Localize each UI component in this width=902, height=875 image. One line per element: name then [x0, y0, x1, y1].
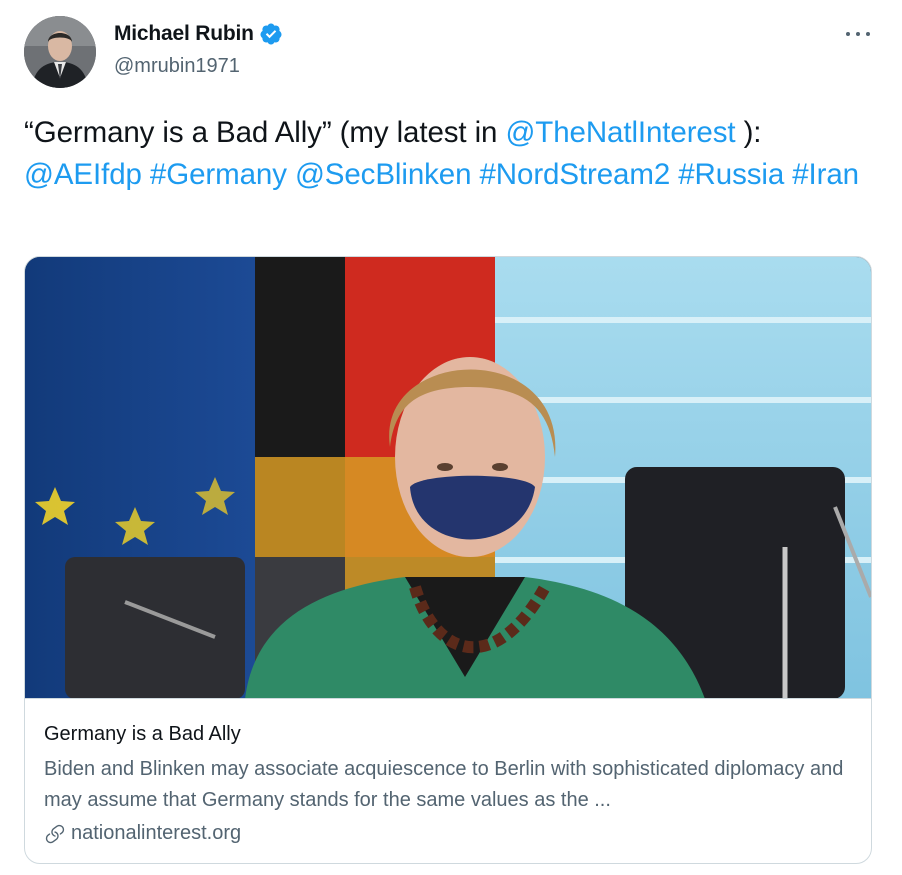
article-photo[interactable] — [25, 257, 871, 699]
hashtag-link[interactable]: #NordStream2 — [480, 158, 671, 191]
link-card[interactable]: Germany is a Bad Ally Biden and Blinken … — [24, 256, 872, 864]
tweet: Michael Rubin @mrubin1971 “Germany is a … — [0, 0, 902, 875]
mention-link[interactable]: @TheNatlInterest — [505, 116, 735, 149]
hashtag-link[interactable]: #Germany — [150, 158, 287, 191]
author-handle[interactable]: @mrubin1971 — [114, 55, 240, 78]
tweet-text-segment: ): — [735, 116, 762, 149]
mention-link[interactable]: @SecBlinken — [295, 158, 472, 191]
link-card-title[interactable]: Germany is a Bad Ally — [44, 720, 852, 748]
tweet-text-segment — [142, 158, 150, 191]
link-card-domain[interactable]: nationalinterest.org — [71, 822, 241, 845]
link-card-body: Germany is a Bad Ally Biden and Blinken … — [25, 700, 871, 863]
author-display-name[interactable]: Michael Rubin — [114, 22, 254, 46]
hashtag-link[interactable]: #Iran — [792, 158, 859, 191]
link-card-description: Biden and Blinken may associate acquiesc… — [44, 758, 844, 811]
link-card-domain-row: nationalinterest.org — [44, 822, 852, 845]
mention-link[interactable]: @AEIfdp — [24, 158, 142, 191]
tweet-text-segment — [287, 158, 295, 191]
author-name-row: Michael Rubin — [114, 22, 283, 46]
tweet-text-segment: “Germany is a Bad Ally” (my latest in — [24, 116, 506, 149]
verified-badge-icon — [260, 23, 282, 45]
tweet-text-segment — [471, 158, 479, 191]
tweet-text: “Germany is a Bad Ally” (my latest in @T… — [24, 112, 884, 196]
link-icon — [45, 824, 65, 843]
more-options-icon[interactable] — [843, 22, 873, 46]
hashtag-link[interactable]: #Russia — [678, 158, 784, 191]
avatar[interactable] — [24, 16, 96, 88]
